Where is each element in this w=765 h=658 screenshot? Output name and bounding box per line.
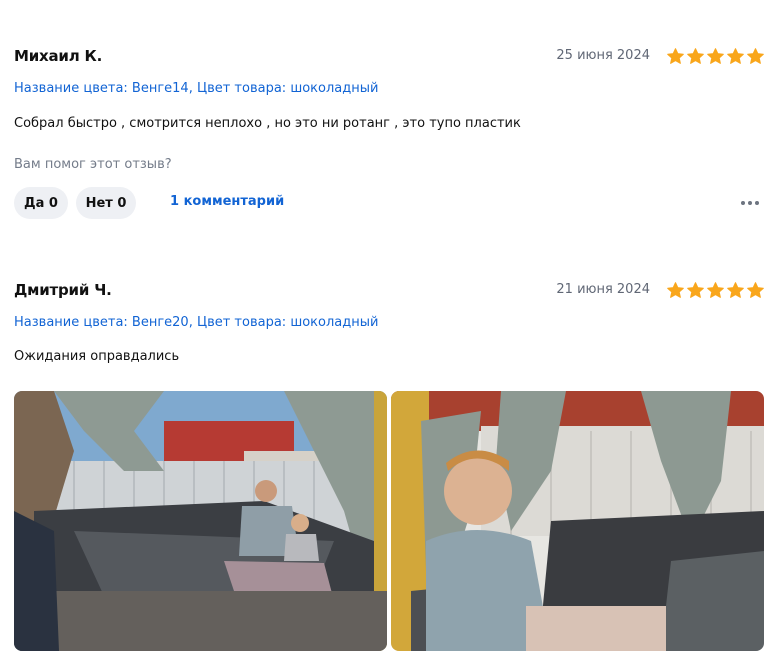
star-icon	[727, 48, 744, 64]
rating-stars	[666, 47, 765, 66]
star-icon	[687, 282, 704, 298]
review-text: Собрал быстро , смотрится неплохо , но э…	[14, 116, 521, 131]
star-icon	[707, 48, 724, 64]
star-icon	[747, 282, 764, 298]
star-icon	[707, 282, 724, 298]
review-variant-link[interactable]: Название цвета: Венге14, Цвет товара: шо…	[14, 81, 378, 96]
review-photo-1[interactable]	[14, 391, 387, 651]
star-icon	[667, 282, 684, 298]
helpful-question: Вам помог этот отзыв?	[14, 157, 172, 172]
review-author: Михаил К.	[14, 47, 103, 65]
more-icon[interactable]	[741, 201, 759, 205]
rating-stars	[666, 281, 765, 300]
review-date: 21 июня 2024	[556, 282, 650, 297]
helpful-no-button[interactable]: Нет 0	[76, 187, 136, 219]
review-date: 25 июня 2024	[556, 48, 650, 63]
helpful-yes-button[interactable]: Да 0	[14, 187, 68, 219]
star-icon	[727, 282, 744, 298]
review-author: Дмитрий Ч.	[14, 281, 112, 299]
review-text: Ожидания оправдались	[14, 349, 180, 364]
star-icon	[747, 48, 764, 64]
comments-link[interactable]: 1 комментарий	[170, 194, 284, 209]
star-icon	[687, 48, 704, 64]
review-variant-link[interactable]: Название цвета: Венге20, Цвет товара: шо…	[14, 315, 378, 330]
review-photo-2[interactable]	[391, 391, 764, 651]
star-icon	[667, 48, 684, 64]
